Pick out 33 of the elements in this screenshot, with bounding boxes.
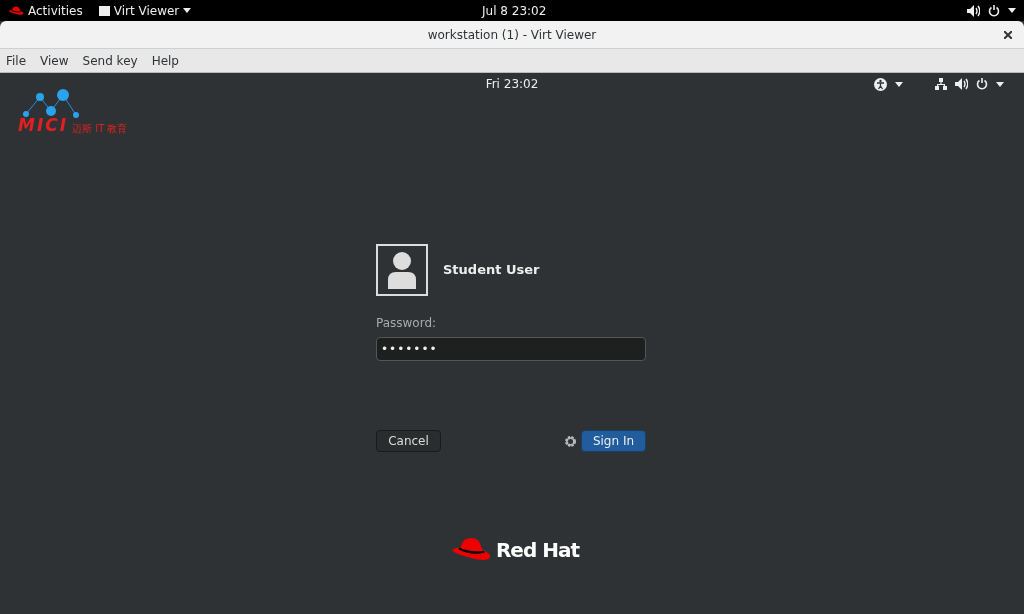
- caret-icon: [183, 8, 192, 13]
- caret-icon: [1008, 8, 1016, 13]
- clock[interactable]: Jul 8 23:02: [482, 1, 547, 20]
- cancel-button[interactable]: Cancel: [376, 430, 441, 452]
- power-icon[interactable]: [976, 78, 988, 90]
- logo-subtitle: 迈斯 IT 教育: [72, 124, 128, 134]
- close-icon[interactable]: [1004, 30, 1012, 39]
- user-avatar: [376, 244, 428, 296]
- brand-wordmark: Red Hat: [495, 537, 579, 564]
- accessibility-icon[interactable]: [874, 77, 887, 91]
- user-name: Student User: [443, 261, 540, 280]
- caret-icon: [895, 81, 903, 87]
- menu-item[interactable]: Help: [151, 51, 179, 70]
- password-field[interactable]: •••••••: [376, 337, 646, 361]
- network-icon[interactable]: [935, 78, 947, 90]
- gear-icon[interactable]: [564, 434, 577, 448]
- hat-icon: [449, 537, 492, 563]
- app-menu[interactable]: Virt Viewer: [113, 1, 180, 20]
- window-title: workstation (1) - Virt Viewer: [427, 26, 597, 44]
- menu-item[interactable]: File: [6, 51, 27, 70]
- power-icon[interactable]: [988, 4, 1000, 17]
- clock[interactable]: Fri 23:02: [485, 75, 539, 93]
- caret-icon: [996, 81, 1004, 87]
- menu-item[interactable]: View: [40, 51, 69, 70]
- sign-in-button[interactable]: Sign In: [581, 430, 646, 452]
- speaker-icon[interactable]: [955, 78, 968, 90]
- logo-wordmark: MICI: [18, 117, 69, 134]
- window-icon: [98, 5, 110, 16]
- activities-button[interactable]: Activities: [28, 1, 83, 20]
- password-label: Password:: [376, 315, 438, 332]
- hat-icon: [8, 5, 24, 16]
- speaker-icon[interactable]: [967, 4, 980, 17]
- menu-item[interactable]: Send key: [82, 51, 138, 70]
